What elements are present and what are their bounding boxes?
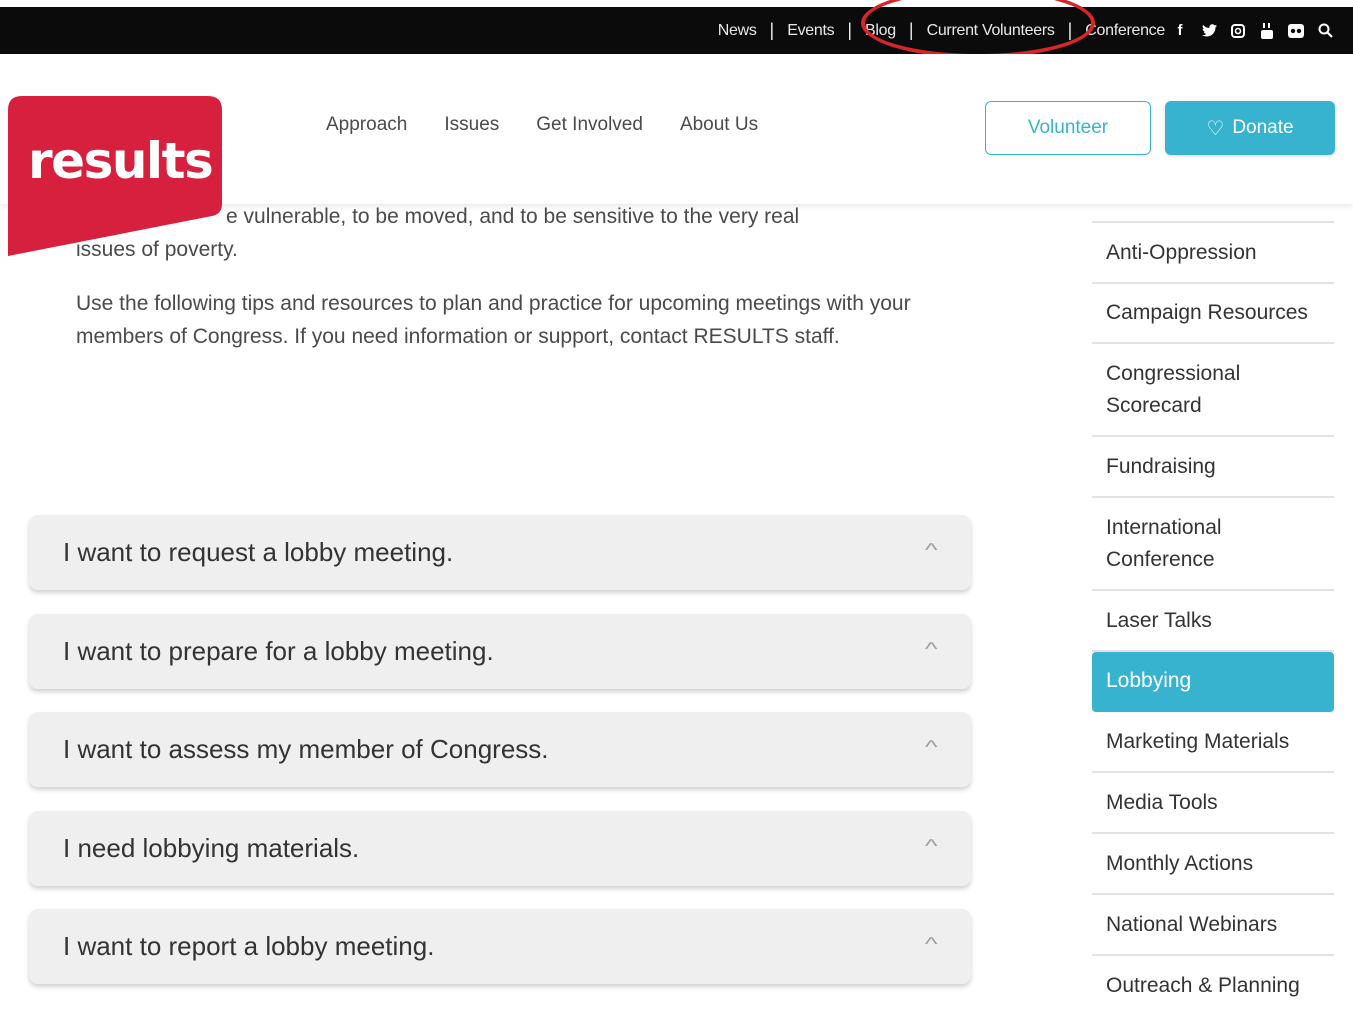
- social-icons: f: [1172, 7, 1333, 54]
- chevron-up-icon: ^: [924, 835, 938, 856]
- separator: |: [847, 20, 853, 40]
- heart-icon: ♡: [1206, 117, 1225, 140]
- nav-approach[interactable]: Approach: [326, 114, 407, 136]
- accordion-item-report[interactable]: I want to report a lobby meeting. ^: [29, 909, 971, 984]
- chevron-up-icon: ^: [924, 540, 938, 560]
- sidebar-item-international-conference[interactable]: International Conference: [1092, 498, 1334, 591]
- separator: |: [1067, 20, 1073, 40]
- accordion-title: I want to report a lobby meeting.: [63, 931, 435, 961]
- sidebar-item-lobbying[interactable]: Lobbying: [1092, 652, 1334, 712]
- results-logo[interactable]: results: [8, 96, 222, 256]
- nav-get-involved[interactable]: Get Involved: [536, 114, 643, 136]
- accordion-item-materials[interactable]: I need lobbying materials. ^: [29, 810, 971, 886]
- utility-link-news[interactable]: News: [718, 22, 757, 40]
- instagram-icon[interactable]: [1230, 23, 1246, 38]
- sidebar-item-outreach-planning[interactable]: Outreach & Planning: [1092, 956, 1334, 1011]
- sidebar-item-anti-oppression[interactable]: Anti-Oppression: [1092, 223, 1334, 284]
- intro-paragraph-2: Use the following tips and resources to …: [76, 292, 911, 348]
- sidebar-item-national-webinars[interactable]: National Webinars: [1092, 895, 1334, 956]
- accordion-item-assess[interactable]: I want to assess my member of Congress. …: [29, 712, 971, 787]
- chevron-up-icon: ^: [924, 934, 938, 954]
- donate-label: Donate: [1232, 117, 1294, 138]
- top-utility-bar: News | Events | Blog | Current Volunteer…: [0, 7, 1353, 54]
- accordion-title: I need lobbying materials.: [63, 832, 360, 863]
- utility-link-conference[interactable]: Conference: [1085, 22, 1165, 40]
- main-nav: Approach Issues Get Involved About Us: [326, 114, 758, 136]
- volunteer-button[interactable]: Volunteer: [985, 101, 1151, 155]
- accordion-title: I want to prepare for a lobby meeting.: [63, 635, 494, 666]
- accordion-item-request[interactable]: I want to request a lobby meeting. ^: [29, 515, 971, 590]
- resources-sidebar: Anti-Oppression Campaign Resources Congr…: [1092, 160, 1334, 1011]
- utility-link-events[interactable]: Events: [787, 22, 834, 40]
- nav-about-us[interactable]: About Us: [680, 114, 758, 136]
- lobbying-accordion: I want to request a lobby meeting. ^ I w…: [29, 515, 971, 1008]
- donate-button[interactable]: ♡ Donate: [1165, 101, 1335, 155]
- accordion-title: I want to request a lobby meeting.: [63, 537, 454, 567]
- flickr-icon[interactable]: [1288, 23, 1304, 38]
- utility-link-blog[interactable]: Blog: [865, 22, 896, 40]
- sidebar-item-campaign-resources[interactable]: Campaign Resources: [1092, 284, 1334, 344]
- facebook-icon[interactable]: f: [1172, 22, 1188, 39]
- sidebar-item-congressional-scorecard[interactable]: Congressional Scorecard: [1092, 344, 1334, 437]
- utility-link-current-volunteers[interactable]: Current Volunteers: [927, 22, 1055, 40]
- twitter-icon[interactable]: [1201, 24, 1217, 37]
- sidebar-item-media-tools[interactable]: Media Tools: [1092, 773, 1334, 834]
- chevron-up-icon: ^: [924, 638, 938, 659]
- separator: |: [769, 20, 775, 40]
- sidebar-item-laser-talks[interactable]: Laser Talks: [1092, 591, 1334, 652]
- separator: |: [908, 20, 914, 40]
- youtube-icon[interactable]: [1259, 22, 1275, 39]
- sidebar-item-marketing-materials[interactable]: Marketing Materials: [1092, 712, 1334, 773]
- nav-issues[interactable]: Issues: [444, 114, 499, 136]
- sidebar-item-fundraising[interactable]: Fundraising: [1092, 437, 1334, 498]
- accordion-title: I want to assess my member of Congress.: [63, 734, 549, 764]
- accordion-item-prepare[interactable]: I want to prepare for a lobby meeting. ^: [29, 613, 971, 689]
- sidebar-item-monthly-actions[interactable]: Monthly Actions: [1092, 834, 1334, 895]
- logo-text: results: [28, 132, 214, 190]
- utility-links: News | Events | Blog | Current Volunteer…: [718, 7, 1166, 54]
- search-icon[interactable]: [1317, 23, 1333, 38]
- chevron-up-icon: ^: [924, 737, 938, 757]
